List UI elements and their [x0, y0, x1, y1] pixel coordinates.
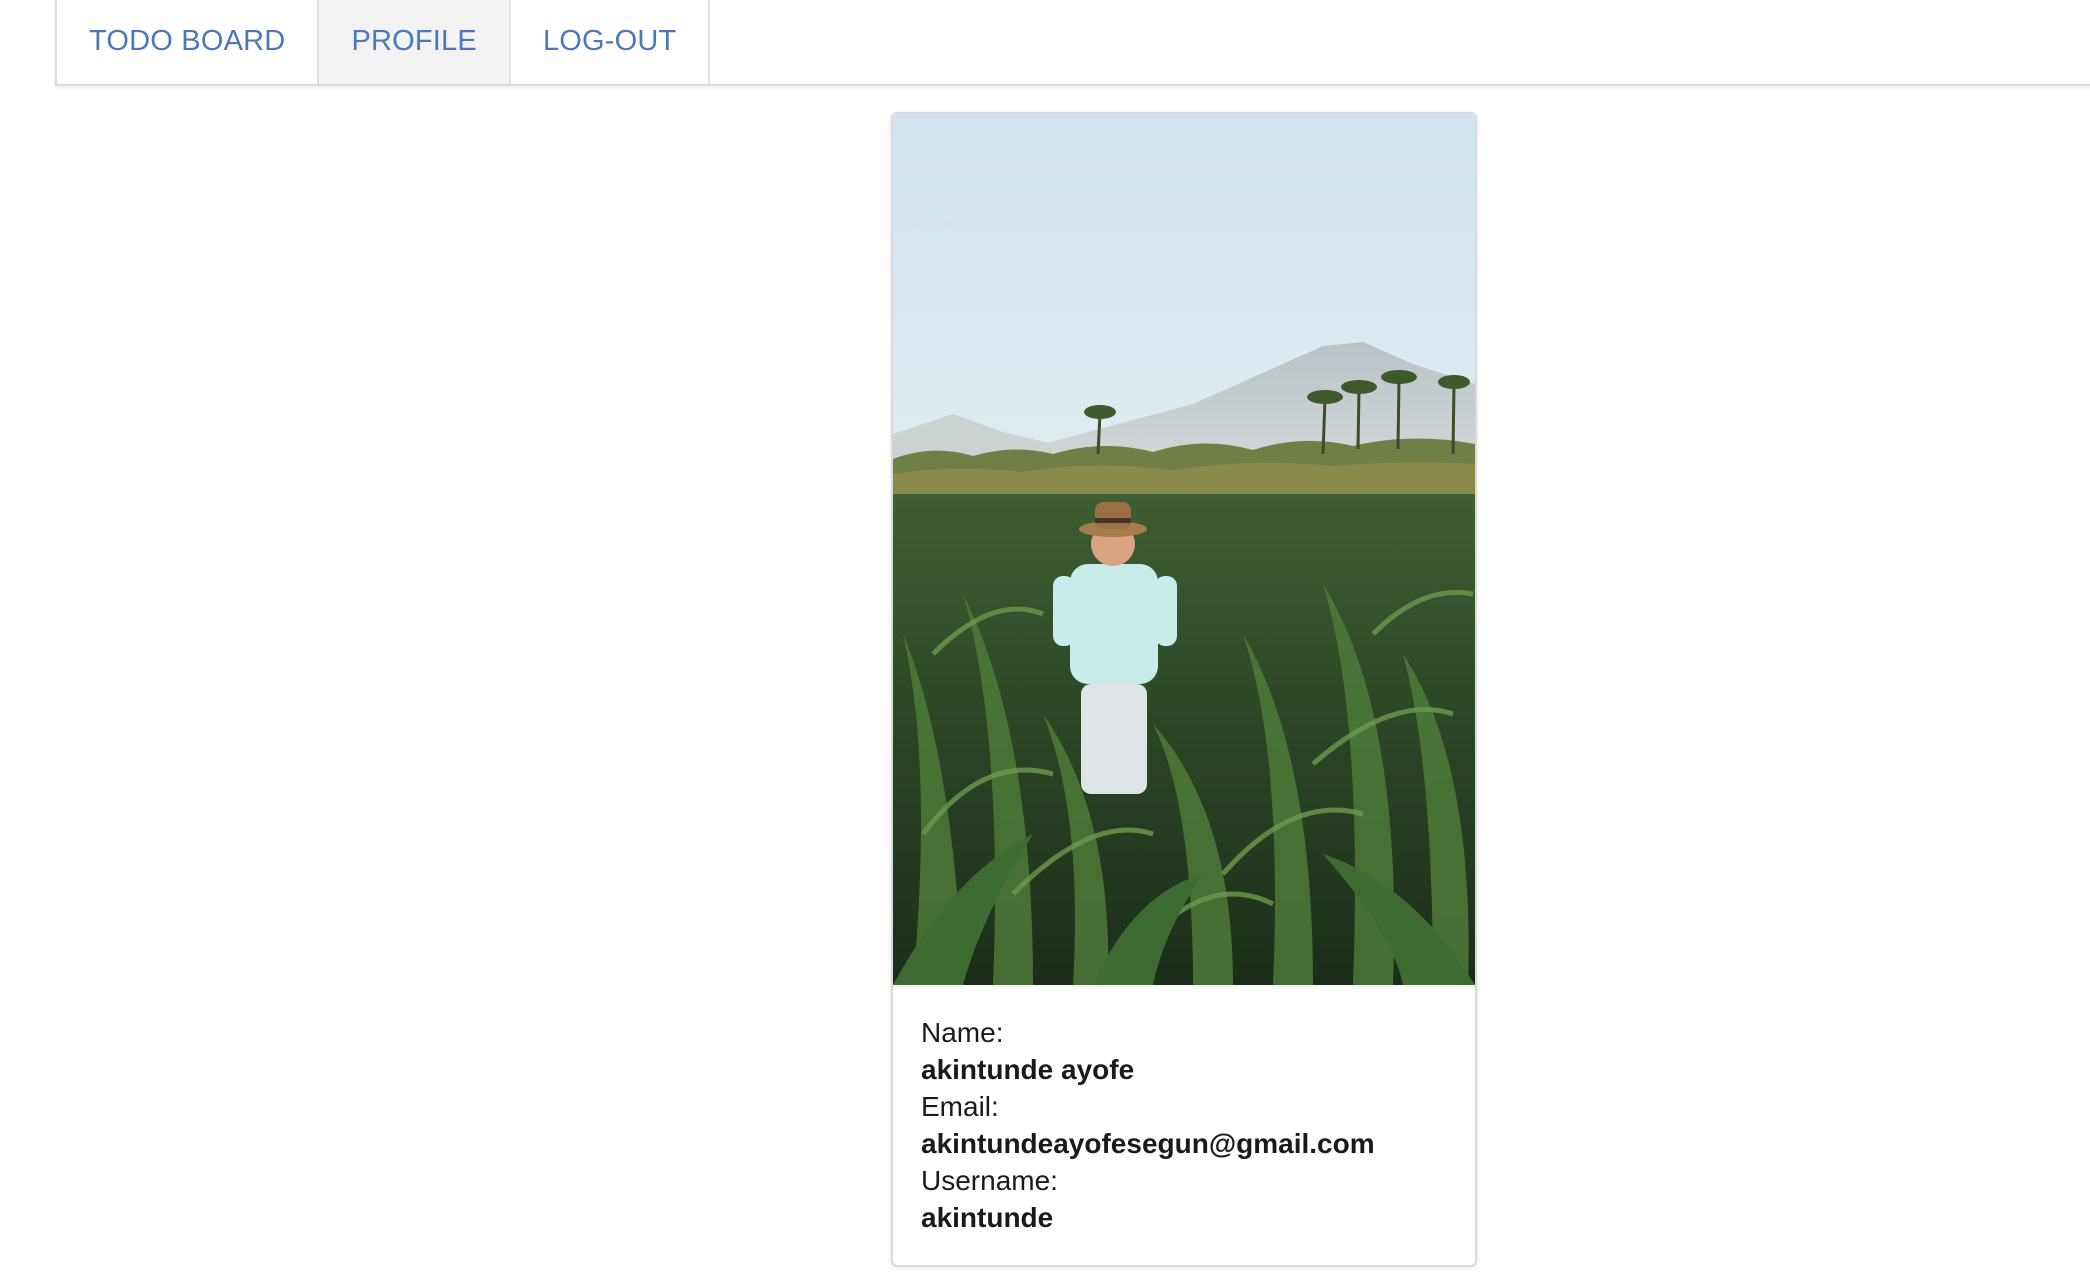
nav-todo-board[interactable]: TODO BOARD	[57, 0, 320, 84]
name-label: Name:	[921, 1017, 1004, 1048]
email-value: akintundeayofesegun@gmail.com	[921, 1128, 1375, 1159]
top-navbar: TODO BOARD PROFILE LOG-OUT	[55, 0, 2090, 86]
email-label: Email:	[921, 1091, 999, 1122]
profile-photo	[893, 114, 1475, 985]
nav-profile[interactable]: PROFILE	[319, 0, 511, 84]
nav-log-out[interactable]: LOG-OUT	[510, 0, 711, 84]
profile-details: Name: akintunde ayofe Email: akintundeay…	[921, 1014, 1451, 1236]
username-label: Username:	[921, 1165, 1058, 1196]
profile-card: Name: akintunde ayofe Email: akintundeay…	[891, 112, 1477, 1267]
username-value: akintunde	[921, 1202, 1054, 1233]
name-value: akintunde ayofe	[921, 1054, 1135, 1085]
